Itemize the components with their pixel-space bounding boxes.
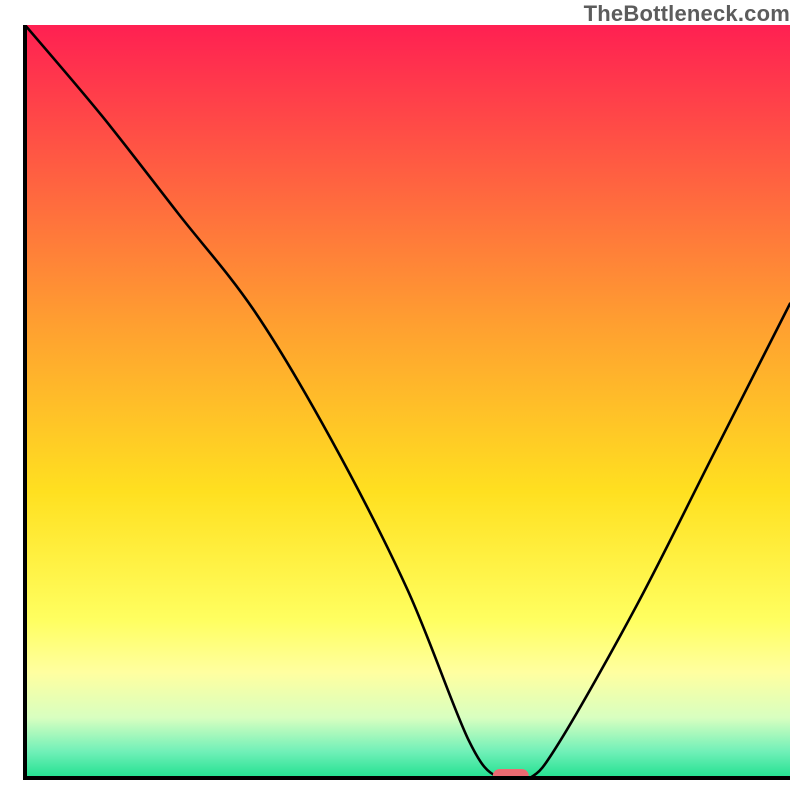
chart-container: TheBottleneck.com [0,0,800,800]
bottleneck-chart [0,0,800,800]
watermark-text: TheBottleneck.com [584,1,790,27]
